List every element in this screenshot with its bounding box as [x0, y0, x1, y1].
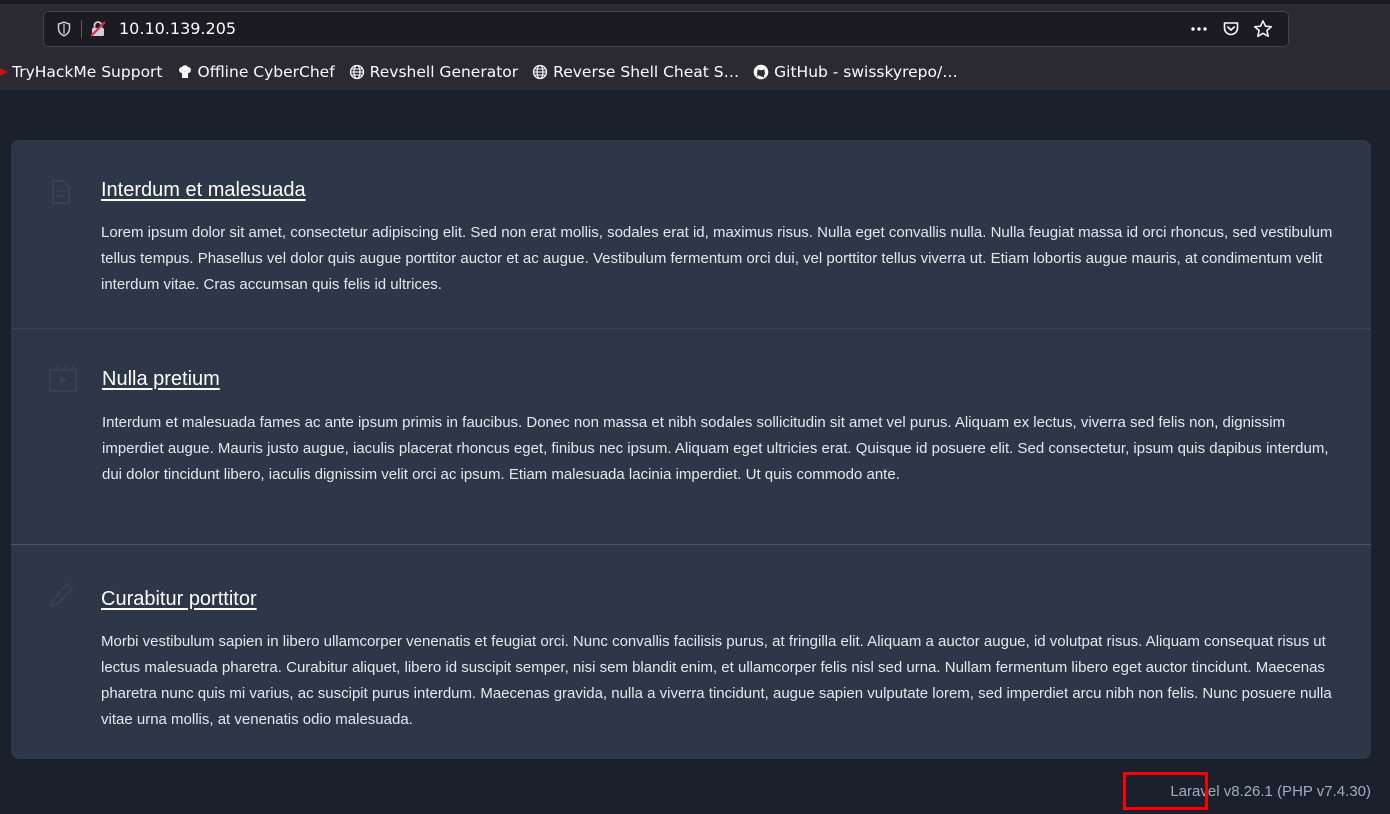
content-card: Interdum et malesuada Lorem ipsum dolor … — [11, 140, 1371, 759]
section-description: Interdum et malesuada fames ac ante ipsu… — [102, 414, 1329, 483]
bookmark-label: Revshell Generator — [369, 63, 519, 81]
address-bar[interactable]: 10.10.139.205 — [43, 11, 1289, 47]
globe-icon — [349, 64, 365, 80]
bookmark-tryhackme-support[interactable]: TryHackMe Support — [0, 63, 163, 81]
bookmarks-toolbar: TryHackMe Support Offline CyberChef Revs… — [0, 58, 972, 86]
url-text[interactable]: 10.10.139.205 — [119, 19, 236, 39]
annotation-highlight-box — [1123, 772, 1208, 810]
feature-section-2: Nulla pretium Interdum et malesuada fame… — [11, 328, 1371, 544]
thm-icon — [0, 64, 10, 80]
bookmark-offline-cyberchef[interactable]: Offline CyberChef — [177, 63, 335, 81]
bookmark-label: Offline CyberChef — [197, 63, 335, 81]
section-description: Morbi vestibulum sapien in libero ullamc… — [101, 633, 1332, 728]
bookmark-revshell-generator[interactable]: Revshell Generator — [349, 63, 518, 81]
feature-section-3: Curabitur porttitor Morbi vestibulum sap… — [11, 544, 1371, 759]
bookmark-label: GitHub - swisskyrepo/… — [774, 63, 958, 81]
feature-section-1: Interdum et malesuada Lorem ipsum dolor … — [11, 140, 1371, 328]
bookmark-label: Reverse Shell Cheat S… — [553, 63, 740, 81]
bookmark-reverse-shell-cheat-sheet[interactable]: Reverse Shell Cheat S… — [532, 63, 739, 81]
browser-chrome: 10.10.139.205 TryHackMe Support Offline … — [0, 0, 1390, 90]
globe-icon — [532, 64, 548, 80]
section-title-link[interactable]: Curabitur porttitor — [101, 587, 257, 611]
address-bar-actions — [1188, 18, 1274, 40]
address-bar-divider — [81, 20, 82, 38]
chef-hat-icon — [177, 64, 193, 80]
tracking-protection-shield-icon[interactable] — [56, 21, 72, 37]
video-icon — [47, 362, 77, 392]
section-title-link[interactable]: Nulla pretium — [102, 367, 220, 391]
more-actions-icon[interactable] — [1188, 18, 1210, 40]
bookmark-github-swisskyrepo[interactable]: GitHub - swisskyrepo/… — [753, 63, 958, 81]
section-description: Lorem ipsum dolor sit amet, consectetur … — [101, 224, 1333, 293]
pencil-icon — [47, 581, 75, 609]
document-icon — [47, 178, 75, 206]
pocket-icon[interactable] — [1220, 18, 1242, 40]
section-title-link[interactable]: Interdum et malesuada — [101, 178, 306, 202]
bookmark-label: TryHackMe Support — [12, 63, 163, 81]
insecure-connection-lock-icon[interactable] — [89, 20, 107, 38]
tab-strip-edge — [0, 0, 1390, 4]
github-icon — [753, 64, 769, 80]
bookmark-star-icon[interactable] — [1252, 18, 1274, 40]
